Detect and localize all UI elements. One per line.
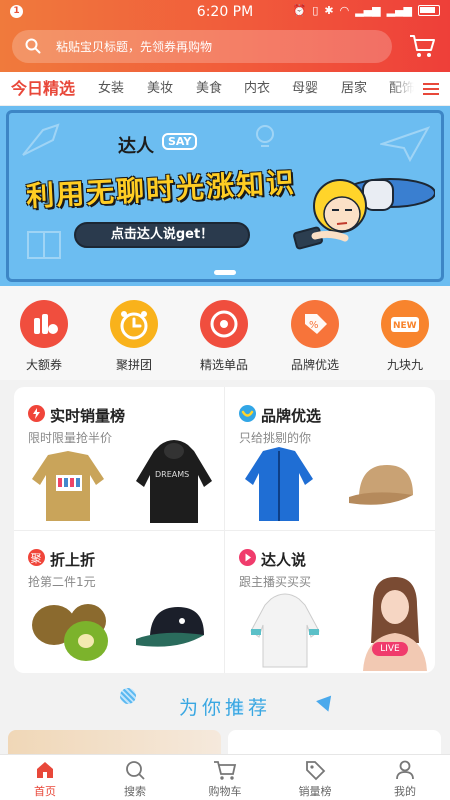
tab-food[interactable]: 美食 xyxy=(196,72,222,105)
lightning-icon xyxy=(28,405,45,422)
card-influencer[interactable]: 达人说 跟主播买买买 LIVE xyxy=(225,531,435,673)
card-brand-picks[interactable]: 品牌优选 只给挑剔的你 xyxy=(225,387,435,530)
nav-nine-yuan[interactable]: NEW 九块九 xyxy=(370,300,440,373)
white-hoodie-product-image xyxy=(250,593,320,668)
khaki-cap-product-image xyxy=(349,465,413,505)
jacket-product-image xyxy=(32,451,104,521)
card-sales-ranking[interactable]: 实时销量榜 限时限量抢半价 DREAMS xyxy=(14,387,224,530)
coupon-bars-icon xyxy=(20,300,68,348)
app-header: 1 6:20 PM ⏰ ▯ ✱ ◠ ▂▄▆ ▂▄▆ 粘贴宝贝标题，先领券再购物 xyxy=(0,0,450,72)
home-icon xyxy=(37,762,53,778)
bottom-nav-home[interactable]: 首页 xyxy=(10,759,80,799)
banner-cta-button[interactable]: 点击达人说get！ xyxy=(74,222,250,248)
search-icon xyxy=(25,38,41,54)
tab-home[interactable]: 居家 xyxy=(341,72,367,105)
svg-text:NEW: NEW xyxy=(393,321,417,331)
status-bar: 1 6:20 PM ⏰ ▯ ✱ ◠ ▂▄▆ ▂▄▆ xyxy=(0,0,450,24)
tab-mother-baby[interactable]: 母婴 xyxy=(292,72,318,105)
bottom-nav-cart[interactable]: 购物车 xyxy=(190,759,260,799)
play-icon xyxy=(239,549,256,566)
recommend-title: 为你推荐 xyxy=(178,697,271,719)
svg-text:聚: 聚 xyxy=(31,552,42,565)
tab-womens-clothing[interactable]: 女装 xyxy=(98,72,124,105)
status-icons: ⏰ ▯ ✱ ◠ ▂▄▆ ▂▄▆ xyxy=(293,4,440,17)
user-icon xyxy=(396,760,414,780)
signal-icon: ▂▄▆ xyxy=(355,4,381,17)
search-icon xyxy=(126,761,145,780)
search-placeholder: 粘贴宝贝标题，先领券再购物 xyxy=(56,40,213,54)
live-badge: LIVE xyxy=(372,642,408,656)
alarm-clock-icon xyxy=(110,300,158,348)
ju-icon: 聚 xyxy=(28,549,45,566)
svg-text:%: % xyxy=(309,320,319,331)
blue-jacket-product-image xyxy=(245,447,313,521)
nav-selected-items[interactable]: 精选单品 xyxy=(189,300,259,373)
quick-nav: 大额券 聚拼团 精选单品 % 品牌优选 NEW 九块九 xyxy=(0,286,450,380)
banner-brand: 达人 xyxy=(118,136,154,157)
bottom-nav-search[interactable]: 搜索 xyxy=(100,759,170,799)
tab-today-picks[interactable]: 今日精选 xyxy=(11,72,75,105)
bottom-nav-profile[interactable]: 我的 xyxy=(370,759,440,799)
alarm-icon: ⏰ xyxy=(292,4,307,17)
nav-group-buy[interactable]: 聚拼团 xyxy=(99,300,169,373)
card-double-discount[interactable]: 聚 折上折 抢第二件1元 xyxy=(14,531,224,673)
tab-underwear[interactable]: 内衣 xyxy=(244,72,270,105)
wifi-icon: ◠ xyxy=(339,4,350,17)
menu-icon[interactable] xyxy=(414,72,450,105)
new-badge-icon: NEW xyxy=(381,300,429,348)
category-tabs: 今日精选 女装 美妆 美食 内衣 母婴 居家 配饰 xyxy=(0,72,450,106)
cart-icon[interactable] xyxy=(408,32,436,60)
hoodie-print-text: DREAMS xyxy=(155,470,189,479)
discount-tag-icon: % xyxy=(291,300,339,348)
vibrate-icon: ▯ xyxy=(312,4,319,17)
bottom-nav: 首页 搜索 购物车 销量榜 我的 xyxy=(0,754,450,800)
streamer-photo xyxy=(363,577,427,671)
smile-icon xyxy=(239,405,256,422)
feature-cards: 实时销量榜 限时限量抢半价 DREAMS 品牌优选 只给挑剔的你 聚 折上折 抢… xyxy=(14,387,435,673)
nav-big-coupon[interactable]: 大额券 xyxy=(9,300,79,373)
signal-icon-2: ▂▄▆ xyxy=(386,4,412,17)
target-icon xyxy=(200,300,248,348)
cart-icon xyxy=(214,761,237,780)
bottom-nav-ranking[interactable]: 销量榜 xyxy=(280,759,350,799)
price-tag-icon xyxy=(306,761,326,781)
tab-beauty[interactable]: 美妆 xyxy=(147,72,173,105)
carousel-indicator[interactable] xyxy=(214,270,236,275)
battery-icon xyxy=(418,5,440,16)
kiwi-product-image xyxy=(32,604,108,661)
promo-banner[interactable]: 达人 SAY 利用无聊时光涨知识 点击达人说get！ xyxy=(0,106,450,286)
nav-brand-picks[interactable]: % 品牌优选 xyxy=(280,300,350,373)
search-bar[interactable]: 粘贴宝贝标题，先领券再购物 xyxy=(12,30,392,63)
cartoon-girl-illustration xyxy=(293,178,435,250)
black-cap-product-image xyxy=(136,607,204,647)
hoodie-product-image: DREAMS xyxy=(136,440,212,523)
bluetooth-icon: ✱ xyxy=(324,4,334,17)
banner-say-badge: SAY xyxy=(162,133,198,150)
